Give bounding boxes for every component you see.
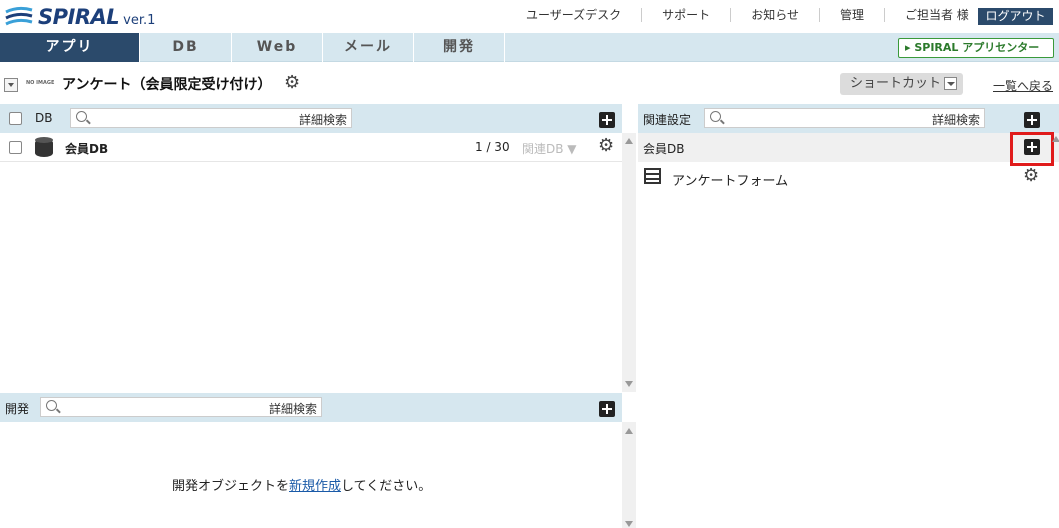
app-title-row: NO IMAGE アンケート（会員限定受け付け） ⚙ ショートカット 一覧へ戻る [0,62,1059,104]
scroll-up-icon[interactable] [625,428,633,434]
back-to-list-link[interactable]: 一覧へ戻る [993,77,1053,94]
scroll-down-icon[interactable] [625,521,633,527]
logo-text: SPIRAL [38,5,120,29]
dev-scrollbar[interactable] [622,422,636,528]
tab-dev[interactable]: 開発 [414,33,505,62]
empty-text: してください。 [341,479,432,494]
list-item[interactable]: アンケートフォーム ⚙ [638,162,1059,192]
scroll-up-icon[interactable] [625,138,633,144]
scroll-down-icon[interactable] [625,381,633,387]
db-name[interactable]: 会員DB [65,140,108,157]
advanced-search-link[interactable]: 詳細検索 [299,111,347,128]
tab-app[interactable]: アプリ [0,33,140,62]
related-group-name: 会員DB [643,142,685,156]
row-checkbox[interactable] [9,141,22,154]
related-item-name[interactable]: アンケートフォーム [672,170,788,189]
db-search-input[interactable]: 詳細検索 [70,108,352,128]
related-group-row: 会員DB [638,133,1059,162]
collapse-toggle[interactable] [4,78,18,92]
dev-panel-label: 開発 [5,402,30,416]
record-count: 1 / 30 [475,140,510,154]
empty-dev-message: 開発オブジェクトを新規作成してください。 [172,475,431,494]
search-icon [46,400,57,411]
db-panel-label: DB [35,111,53,125]
app-thumbnail: NO IMAGE [26,80,55,86]
logo-version: ver.1 [123,12,156,28]
related-db-dropdown[interactable]: 関連DB ▼ [522,140,577,157]
table-row[interactable]: 会員DB 1 / 30 関連DB ▼ ⚙ [0,133,622,162]
add-dev-button[interactable] [599,401,615,417]
top-links: ユーザーズデスク サポート お知らせ 管理 ご担当者 様 [506,8,989,22]
app-center-button[interactable]: ▸ SPIRAL アプリセンター [898,38,1054,58]
related-search-input[interactable]: 詳細検索 [704,108,985,128]
gear-icon[interactable]: ⚙ [1023,167,1039,185]
shortcut-label: ショートカット [850,76,942,91]
highlight-box [1010,132,1054,166]
spiral-logo[interactable]: SPIRAL ver.1 [4,4,155,30]
link-support[interactable]: サポート [642,8,732,22]
chevron-down-icon [944,77,957,90]
user-name[interactable]: ご担当者 様 [885,8,989,22]
shortcut-dropdown[interactable]: ショートカット [840,73,963,95]
db-panel-header: DB 詳細検索 [0,104,622,133]
search-icon [710,111,721,122]
top-bar: SPIRAL ver.1 ユーザーズデスク サポート お知らせ 管理 ご担当者 … [0,0,1059,33]
link-admin[interactable]: 管理 [820,8,885,22]
advanced-search-link[interactable]: 詳細検索 [269,400,317,417]
dev-search-input[interactable]: 詳細検索 [40,397,322,417]
tab-mail[interactable]: メール [323,33,414,62]
empty-text: 開発オブジェクトを [172,479,290,494]
dev-panel-header: 開発 詳細検索 [0,393,622,422]
add-db-button[interactable] [599,112,615,128]
tab-web[interactable]: Web [232,33,323,62]
create-new-link[interactable]: 新規作成 [289,479,341,494]
advanced-search-link[interactable]: 詳細検索 [932,111,980,128]
scroll-up-icon[interactable] [1052,136,1059,142]
main-nav: アプリ DB Web メール 開発 ▸ SPIRAL アプリセンター [0,33,1059,62]
page-title: アンケート（会員限定受け付け） [62,77,272,93]
db-scrollbar[interactable] [622,133,636,392]
logout-button[interactable]: ログアウト [978,8,1053,25]
select-all-checkbox[interactable] [9,112,22,125]
link-news[interactable]: お知らせ [731,8,820,22]
form-icon [644,168,661,184]
tab-db[interactable]: DB [140,33,232,62]
search-icon [76,111,87,122]
related-panel-label: 関連設定 [643,113,692,127]
database-icon [35,137,53,157]
gear-icon[interactable]: ⚙ [284,74,300,92]
gear-icon[interactable]: ⚙ [598,137,614,155]
link-users-desk[interactable]: ユーザーズデスク [506,8,643,22]
add-related-button[interactable] [1024,112,1040,128]
spiral-logo-icon [5,6,33,26]
related-panel-header: 関連設定 詳細検索 [638,104,1059,133]
